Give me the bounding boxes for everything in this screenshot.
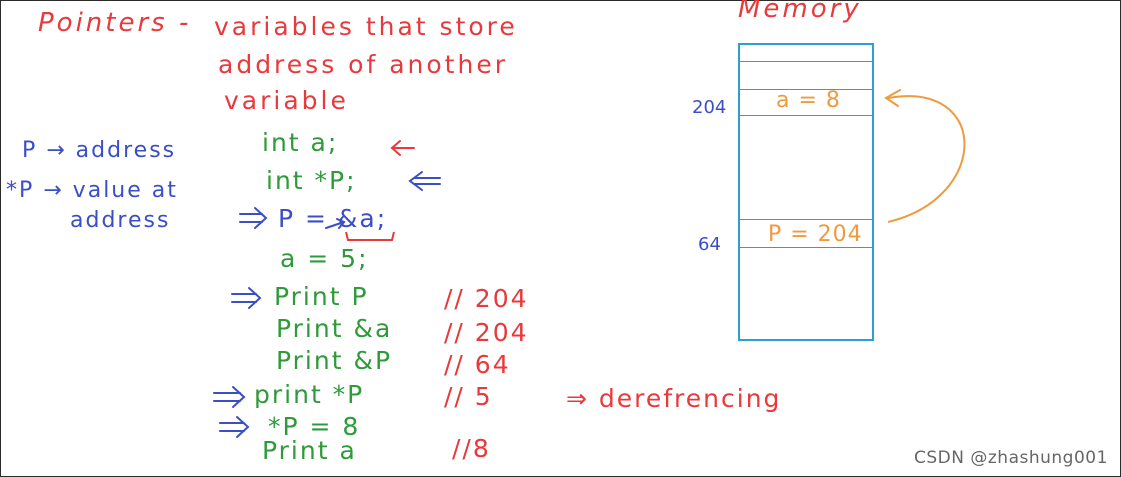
lecture-slide: Pointers - variables that store address … <box>0 0 1121 477</box>
comment-print-amp-p: // 64 <box>444 350 511 379</box>
comment-print-amp-a: // 204 <box>444 318 529 347</box>
definition-line-3: variable <box>224 86 349 115</box>
comment-print-p: // 204 <box>444 284 529 313</box>
code-line-print-amp-a: Print &a <box>276 314 393 343</box>
code-line-print-a: Print a <box>262 436 357 465</box>
memory-cell-divider <box>740 115 872 116</box>
code-line-int-star-p: int *P; <box>266 166 357 195</box>
memory-cell-divider <box>740 219 872 220</box>
watermark: CSDN @zhashung001 <box>914 448 1108 468</box>
memory-cell-divider <box>740 61 872 62</box>
code-line-p-assign: P = &a; <box>278 204 388 233</box>
comment-print-a: //8 <box>452 434 491 463</box>
code-line-print-amp-p: Print &P <box>276 346 393 375</box>
note-address: address <box>70 208 171 233</box>
comment-print-star-p: // 5 <box>444 382 493 411</box>
slide-frame <box>0 0 1121 477</box>
memory-cell-divider <box>740 247 872 248</box>
memory-address-p: 64 <box>698 234 721 255</box>
code-line-print-star-p: print *P <box>254 380 365 409</box>
note-p-address: P → address <box>22 138 177 163</box>
memory-cell-p: P = 204 <box>768 222 863 247</box>
definition-line-2: address of another <box>218 50 508 79</box>
dereferencing-label: ⇒ derefrencing <box>566 384 782 413</box>
code-line-a-assign: a = 5; <box>280 244 369 273</box>
heading-pointers: Pointers - <box>38 8 192 38</box>
code-line-print-p: Print P <box>274 282 369 311</box>
note-star-p-value: *P → value at <box>6 178 178 203</box>
code-line-int-a: int a; <box>262 128 339 157</box>
memory-title: Memory <box>738 0 862 24</box>
memory-address-a: 204 <box>692 97 727 118</box>
memory-cell-a: a = 8 <box>776 88 841 113</box>
definition-line-1: variables that store <box>214 12 518 41</box>
